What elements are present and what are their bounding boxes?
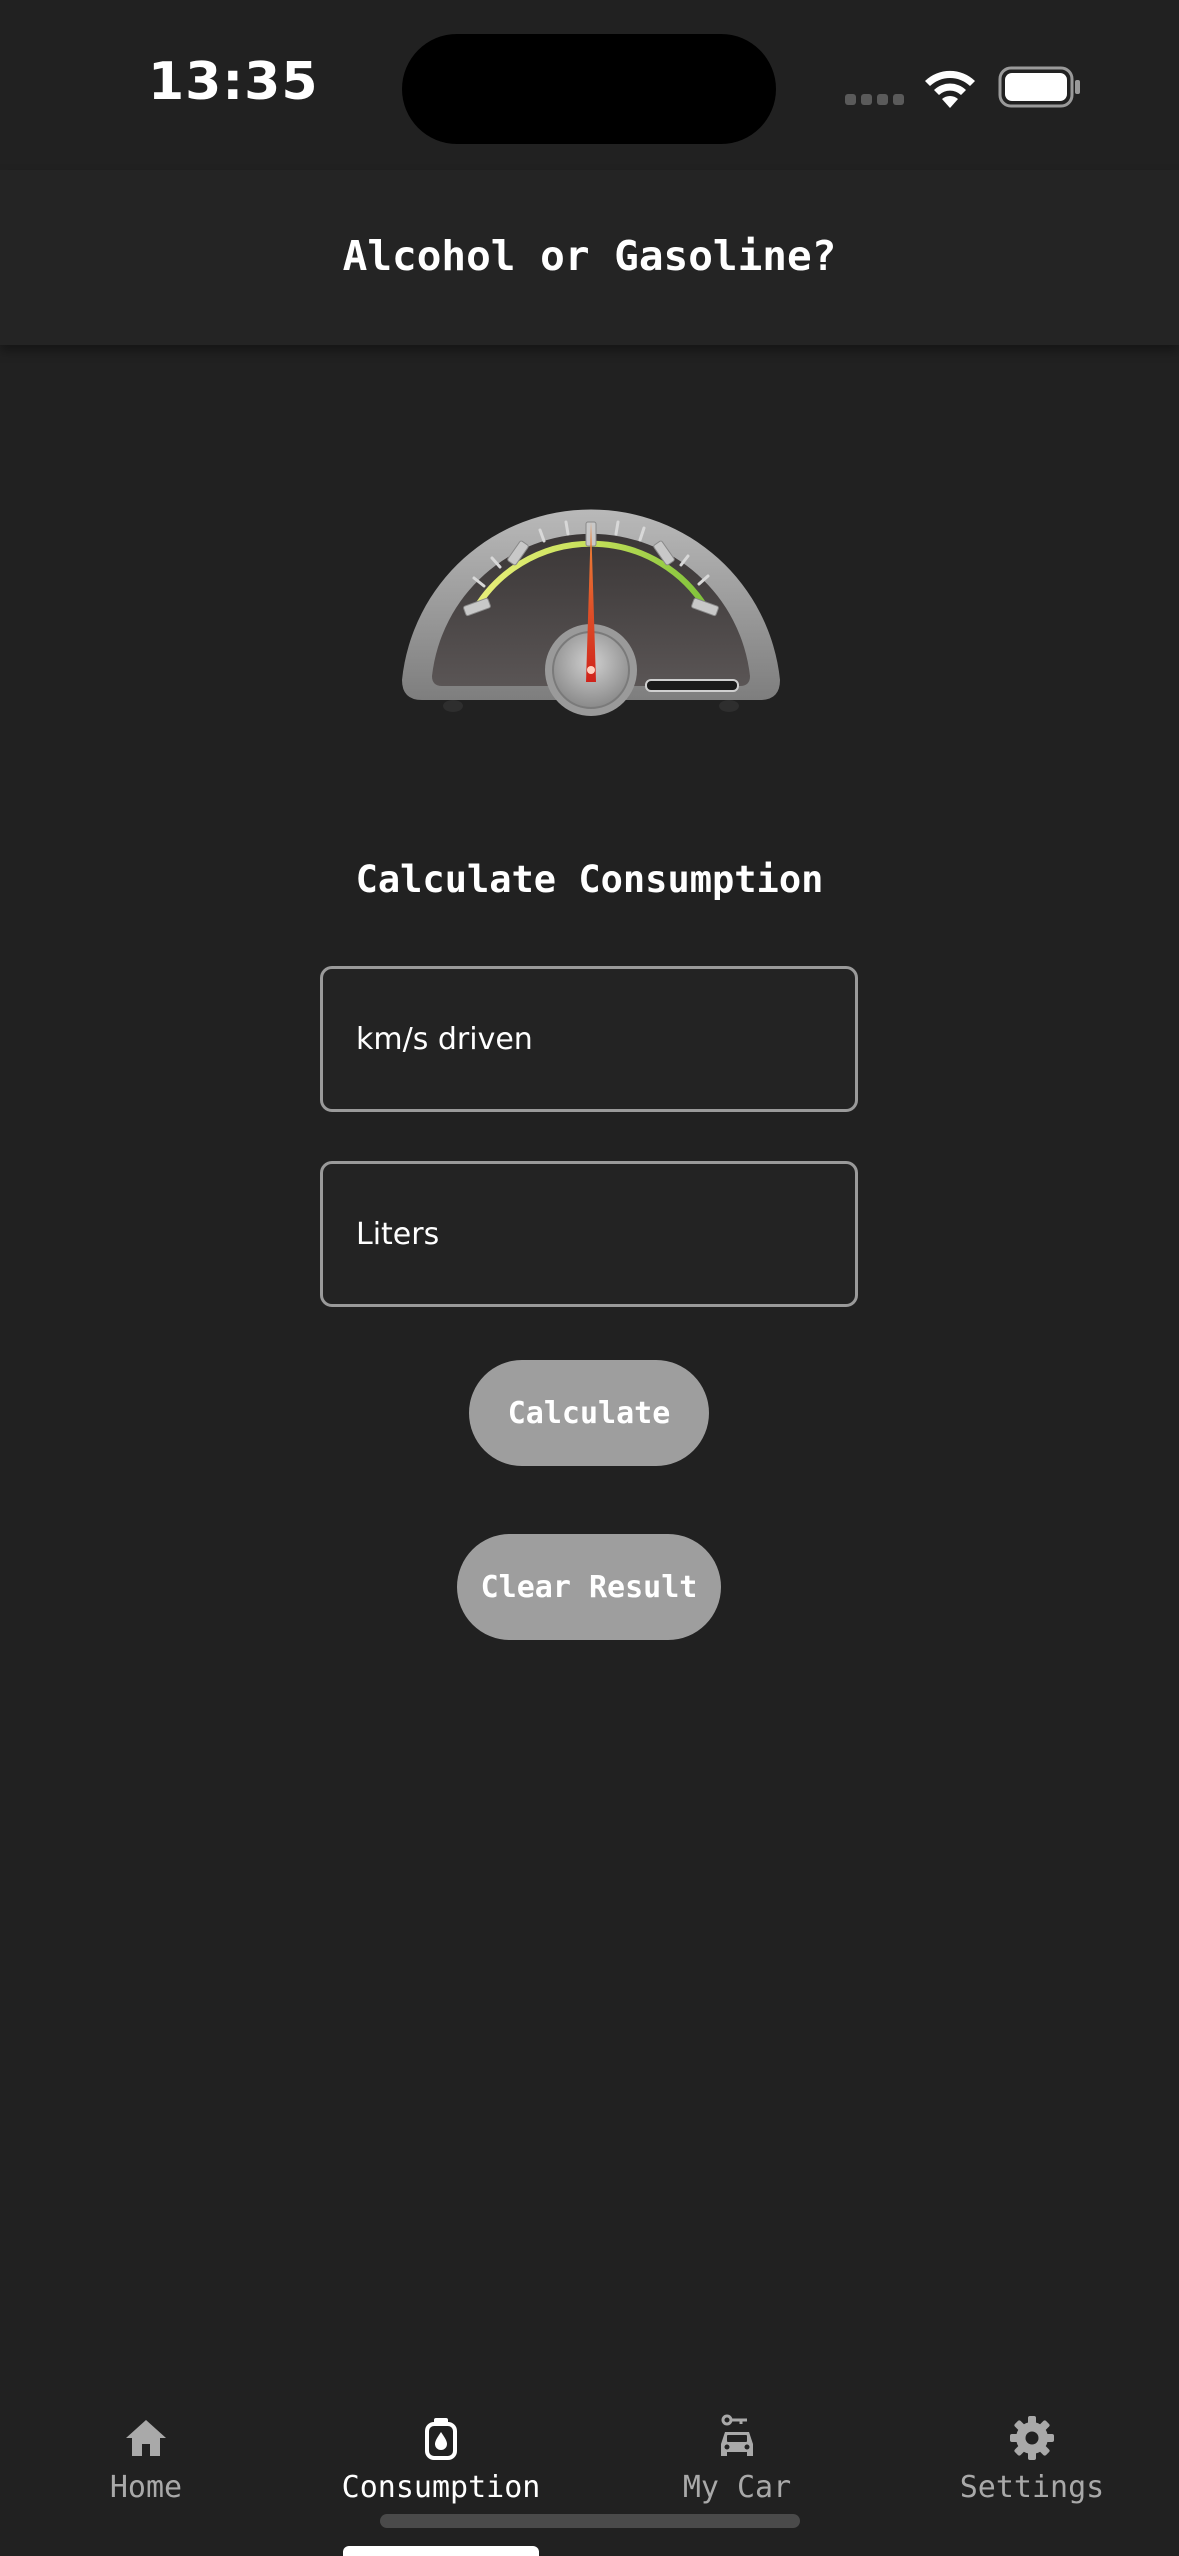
page-title: Alcohol or Gasoline? [342,232,837,280]
tab-consumption[interactable]: Consumption [311,2414,571,2524]
gear-icon [1010,2416,1054,2460]
tab-settings[interactable]: Settings [902,2414,1162,2524]
home-indicator [380,2514,800,2528]
wifi-icon [925,70,975,108]
clear-result-button[interactable]: Clear Result [457,1534,721,1640]
tab-home-label: Home [109,2470,183,2505]
speedometer-icon [402,509,780,716]
status-bar: 13:35 [0,0,1179,170]
tab-my-car[interactable]: My Car [607,2414,867,2524]
tab-consumption-label: Consumption [341,2470,541,2505]
tab-home[interactable]: Home [16,2414,276,2524]
app-header: Alcohol or Gasoline? [0,170,1179,345]
home-icon [126,2420,166,2456]
signal-icon [845,94,905,108]
battery-icon [998,66,1080,108]
tab-my-car-label: My Car [682,2470,792,2505]
active-tab-indicator [343,2546,539,2556]
dynamic-island [402,34,776,144]
status-time: 13:35 [148,52,319,112]
liters-input[interactable] [356,1164,826,1304]
tab-bar: Home Consumption My Car Settings [0,2376,1179,2556]
tab-settings-label: Settings [959,2470,1105,2505]
fuel-icon [425,2418,457,2460]
section-title: Calculate Consumption [355,858,824,901]
km-driven-input[interactable] [356,969,826,1109]
car-icon [721,2414,753,2456]
km-driven-field[interactable] [320,966,858,1112]
liters-field[interactable] [320,1161,858,1307]
calculate-button[interactable]: Calculate [469,1360,709,1466]
